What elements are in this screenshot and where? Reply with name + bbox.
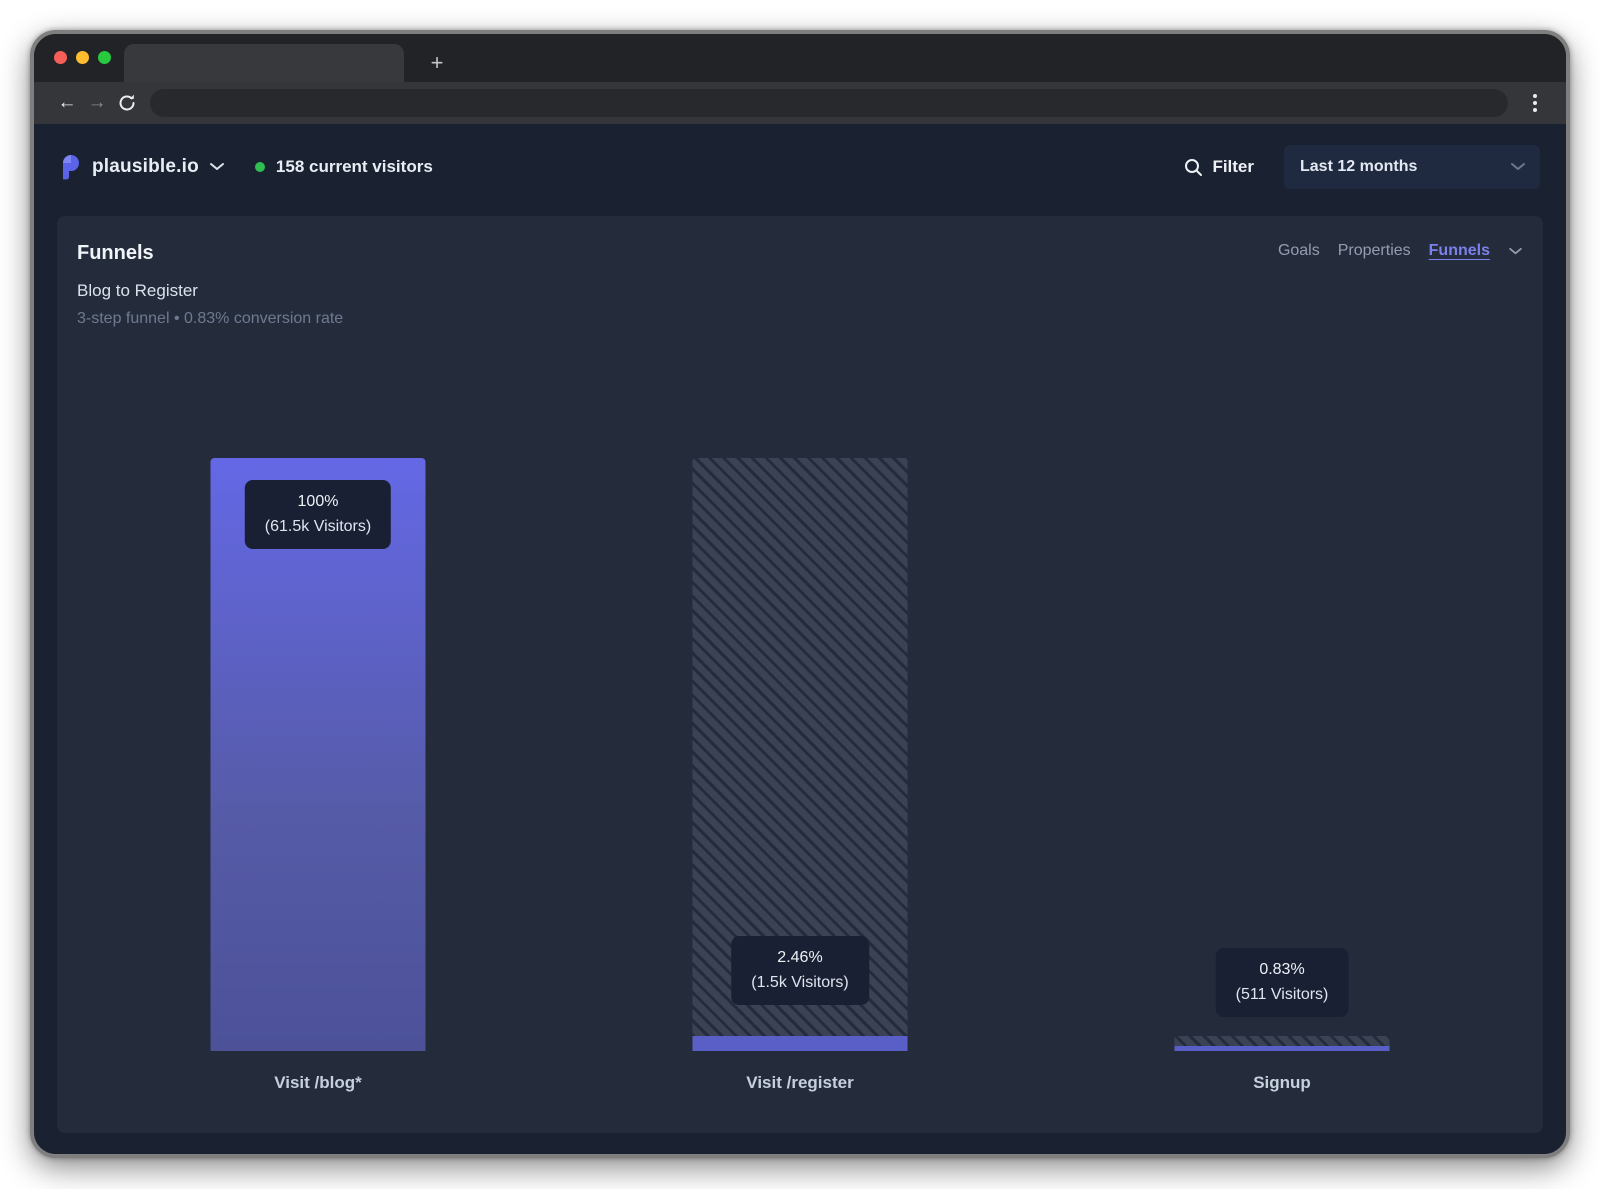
funnel-step-labels: Visit /blog* Visit /register Signup bbox=[77, 1073, 1523, 1093]
panel-title: Funnels bbox=[77, 242, 154, 265]
browser-navbar: ← → bbox=[34, 82, 1566, 124]
zoom-window-button[interactable] bbox=[98, 51, 111, 64]
step-label: Signup bbox=[1041, 1073, 1523, 1093]
funnel-chart: 100% (61.5k Visitors) 2.46% (1.5k Visito… bbox=[77, 458, 1523, 1051]
browser-tab-strip: + bbox=[34, 34, 1566, 82]
new-tab-button[interactable]: + bbox=[422, 48, 452, 78]
tooltip-visitors: (511 Visitors) bbox=[1236, 986, 1329, 1004]
close-window-button[interactable] bbox=[54, 51, 67, 64]
browser-tab[interactable] bbox=[124, 44, 404, 82]
filter-label: Filter bbox=[1212, 157, 1254, 177]
chevron-down-icon bbox=[1510, 162, 1526, 172]
funnel-step-column: 100% (61.5k Visitors) bbox=[77, 458, 559, 1051]
step-label: Visit /register bbox=[559, 1073, 1041, 1093]
search-icon bbox=[1184, 158, 1203, 177]
tab-goals[interactable]: Goals bbox=[1278, 242, 1320, 260]
plausible-logo-icon bbox=[60, 154, 82, 180]
tooltip-percent: 0.83% bbox=[1236, 961, 1329, 979]
panel-mode-tabs: Goals Properties Funnels bbox=[1278, 242, 1523, 260]
tooltip-percent: 2.46% bbox=[751, 949, 849, 967]
date-range-dropdown[interactable]: Last 12 months bbox=[1284, 145, 1540, 189]
live-visitors[interactable]: 158 current visitors bbox=[255, 157, 433, 177]
site-switcher-button[interactable] bbox=[209, 162, 225, 172]
funnel-step-column: 2.46% (1.5k Visitors) bbox=[559, 458, 1041, 1051]
window-controls bbox=[54, 51, 111, 64]
funnels-panel: Funnels Goals Properties Funnels Blog to… bbox=[57, 216, 1543, 1133]
tooltip-percent: 100% bbox=[265, 493, 371, 511]
minimize-window-button[interactable] bbox=[76, 51, 89, 64]
funnel-bar-tooltip: 2.46% (1.5k Visitors) bbox=[731, 936, 869, 1005]
date-range-value: Last 12 months bbox=[1300, 158, 1417, 176]
step-label: Visit /blog* bbox=[77, 1073, 559, 1093]
address-bar[interactable] bbox=[150, 89, 1508, 117]
tooltip-visitors: (61.5k Visitors) bbox=[265, 518, 371, 536]
funnel-bar-tooltip: 100% (61.5k Visitors) bbox=[245, 480, 391, 549]
back-button[interactable]: ← bbox=[52, 88, 82, 118]
dashboard-header: plausible.io 158 current visitors Filter… bbox=[34, 124, 1566, 210]
filter-button[interactable]: Filter bbox=[1184, 157, 1254, 177]
tab-funnels[interactable]: Funnels bbox=[1429, 242, 1490, 260]
tooltip-visitors: (1.5k Visitors) bbox=[751, 974, 849, 992]
tab-properties[interactable]: Properties bbox=[1338, 242, 1411, 260]
browser-window: + ← → plausible.io bbox=[30, 30, 1570, 1158]
funnel-bar-tooltip: 0.83% (511 Visitors) bbox=[1216, 948, 1349, 1017]
funnel-step-column: 0.83% (511 Visitors) bbox=[1041, 458, 1523, 1051]
live-dot-icon bbox=[255, 162, 265, 172]
forward-button[interactable]: → bbox=[82, 88, 112, 118]
reload-button[interactable] bbox=[112, 88, 142, 118]
funnel-name: Blog to Register bbox=[77, 281, 1523, 301]
funnel-bar-solid bbox=[1175, 1046, 1390, 1051]
reload-icon bbox=[117, 93, 137, 113]
browser-menu-button[interactable] bbox=[1522, 88, 1548, 118]
live-visitors-label: 158 current visitors bbox=[276, 157, 433, 177]
funnel-meta: 3-step funnel • 0.83% conversion rate bbox=[77, 310, 1523, 328]
app-content: plausible.io 158 current visitors Filter… bbox=[34, 124, 1566, 1158]
chevron-down-icon[interactable] bbox=[1508, 247, 1523, 256]
site-name: plausible.io bbox=[92, 156, 199, 178]
funnel-bar-solid bbox=[693, 1036, 908, 1051]
kebab-menu-icon bbox=[1533, 94, 1537, 98]
chevron-down-icon bbox=[209, 162, 225, 172]
